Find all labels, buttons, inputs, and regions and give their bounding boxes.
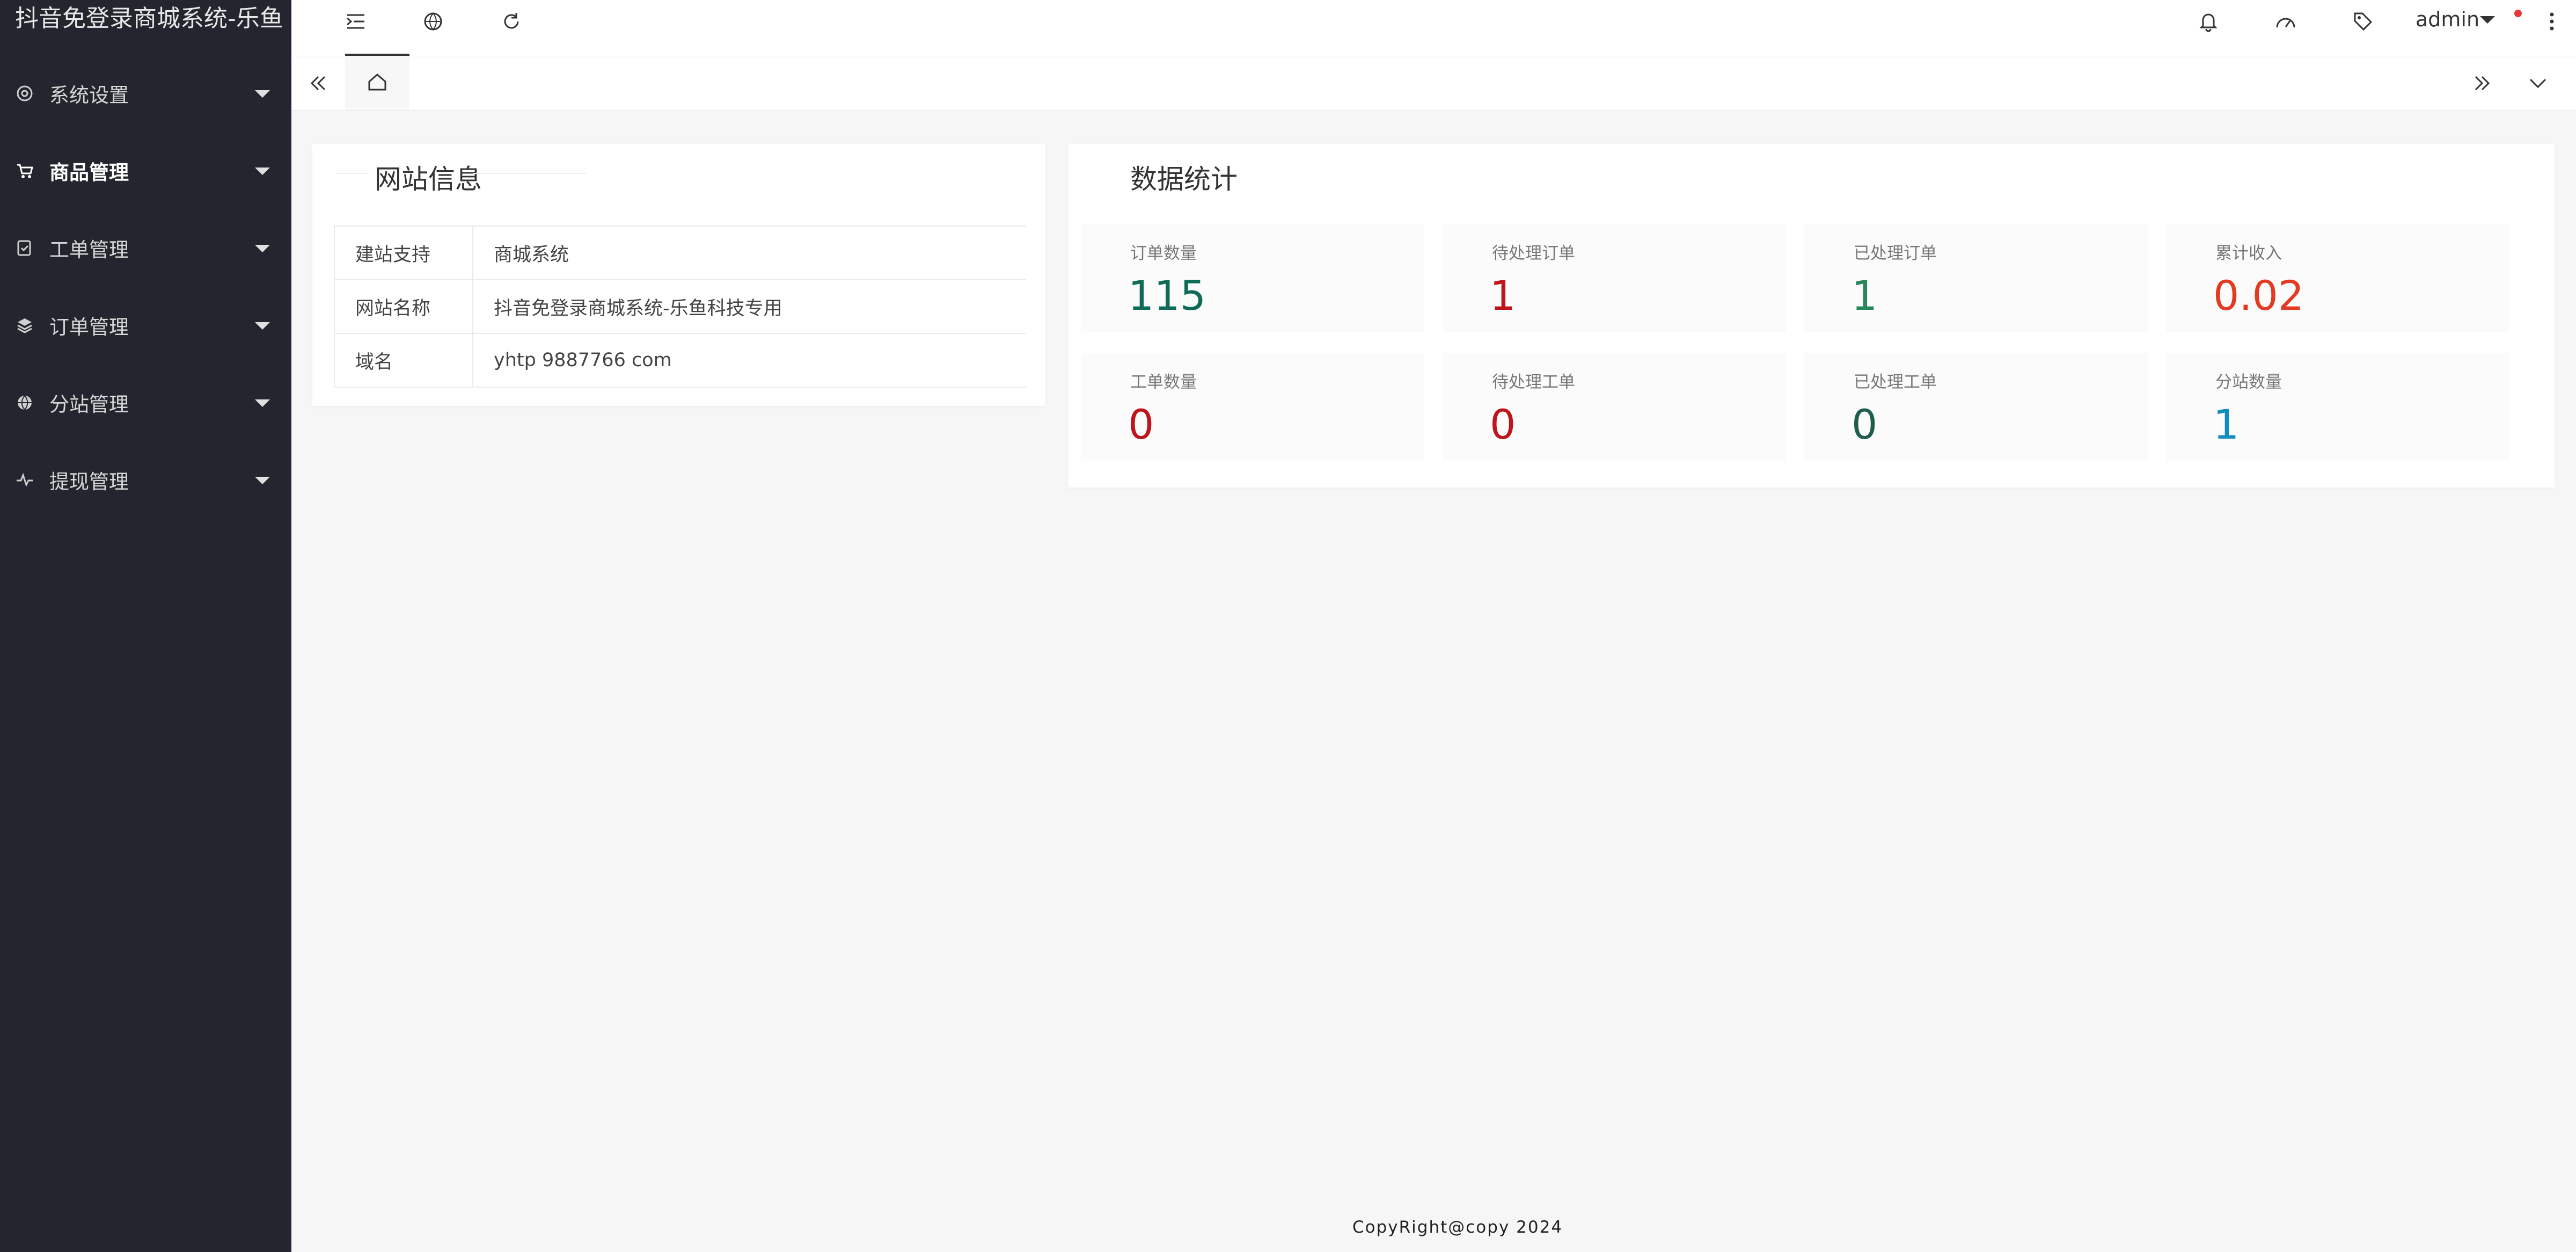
divider (336, 173, 369, 174)
chevron-down-icon (255, 399, 270, 407)
sidebar-item-label: 商品管理 (49, 161, 129, 184)
stat-value: 0 (1851, 401, 1878, 448)
stat-value: 1 (1851, 272, 1878, 319)
row-value: 商城系统 (473, 225, 1026, 280)
chevron-down-icon (255, 90, 270, 98)
menu-toggle-icon[interactable] (344, 10, 368, 33)
stat-processed-orders: 已处理订单 1 (1804, 224, 2148, 332)
chevron-down-icon[interactable] (2526, 71, 2550, 95)
chevron-down-icon[interactable] (2480, 16, 2495, 24)
top-header: admin (291, 0, 2576, 56)
scroll-right-icon[interactable] (2470, 71, 2494, 95)
stat-label: 已处理订单 (1854, 244, 1937, 263)
bell-icon[interactable] (2197, 10, 2220, 33)
tab-home[interactable] (345, 56, 409, 110)
sidebar: 抖音免登录商城系统-乐鱼 系统设置 商品管理 工单管理 订单管理 分站管理 提现… (0, 0, 291, 1252)
divider (473, 173, 586, 174)
stat-label: 分站数量 (2215, 373, 2282, 392)
stat-label: 累计收入 (2215, 244, 2282, 263)
tag-icon[interactable] (2351, 10, 2375, 33)
sidebar-item-label: 提现管理 (49, 470, 129, 493)
tab-bar (291, 56, 2576, 111)
more-vertical-icon[interactable] (2540, 10, 2564, 33)
home-icon (365, 70, 389, 94)
row-value: 抖音免登录商城系统-乐鱼科技专用 (473, 279, 1026, 334)
sidebar-item-label: 分站管理 (49, 393, 129, 416)
stat-value: 0 (1128, 401, 1154, 448)
site-info-panel: 网站信息 建站支持 商城系统 网站名称 抖音免登录商城系统-乐鱼科技专用 域名 … (312, 144, 1045, 406)
table-row: 网站名称 抖音免登录商城系统-乐鱼科技专用 (334, 279, 1026, 334)
chevron-down-icon (255, 168, 270, 175)
table-row: 域名 yhtp 9887766 com (334, 333, 1026, 388)
ticket-icon (15, 238, 34, 258)
globe-icon (15, 393, 34, 412)
stat-label: 待处理工单 (1492, 373, 1575, 392)
chevron-down-icon (255, 245, 270, 252)
stat-substation-count: 分站数量 1 (2166, 353, 2509, 461)
stat-label: 订单数量 (1130, 244, 1197, 263)
cart-icon (15, 161, 34, 180)
sidebar-item-substation-management[interactable]: 分站管理 (0, 377, 291, 428)
stat-value: 0 (1490, 401, 1516, 448)
sidebar-item-label: 系统设置 (49, 84, 129, 107)
stat-label: 待处理订单 (1492, 244, 1575, 263)
sidebar-item-label: 工单管理 (49, 238, 129, 261)
row-key: 网站名称 (334, 279, 473, 334)
stat-order-count: 订单数量 115 (1081, 224, 1424, 332)
app-title: 抖音免登录商城系统-乐鱼 (15, 5, 283, 32)
refresh-icon[interactable] (500, 10, 523, 33)
stat-value: 115 (1128, 272, 1206, 319)
table-row: 建站支持 商城系统 (334, 225, 1026, 280)
sidebar-item-ticket-management[interactable]: 工单管理 (0, 222, 291, 274)
stat-pending-tickets: 待处理工单 0 (1443, 353, 1786, 461)
sidebar-item-system-settings[interactable]: 系统设置 (0, 68, 291, 119)
dashboard-icon[interactable] (2274, 10, 2297, 33)
stat-label: 工单数量 (1130, 373, 1197, 392)
globe-icon[interactable] (421, 10, 445, 33)
row-key: 域名 (334, 333, 473, 388)
sidebar-item-product-management[interactable]: 商品管理 (0, 145, 291, 196)
footer-copyright: CopyRight@copy 2024 (1352, 1218, 1563, 1237)
row-value: yhtp 9887766 com (473, 333, 1026, 388)
stat-total-income: 累计收入 0.02 (2166, 224, 2509, 332)
box-icon (15, 316, 34, 335)
stat-pending-orders: 待处理订单 1 (1443, 224, 1786, 332)
stat-processed-tickets: 已处理工单 0 (1804, 353, 2148, 461)
notification-dot (2514, 10, 2522, 17)
sidebar-item-label: 订单管理 (49, 316, 129, 339)
stat-value: 0.02 (2213, 272, 2304, 319)
settings-icon (15, 84, 34, 103)
chevron-down-icon (255, 322, 270, 330)
stat-value: 1 (1490, 272, 1516, 319)
chevron-down-icon (255, 477, 270, 484)
stats-panel: 数据统计 订单数量 115 待处理订单 1 已处理订单 1 累计收入 0.02 … (1068, 144, 2555, 487)
stat-ticket-count: 工单数量 0 (1081, 353, 1424, 461)
panel-title: 数据统计 (1130, 164, 1238, 195)
stat-value: 1 (2213, 401, 2240, 448)
stat-label: 已处理工单 (1854, 373, 1937, 392)
scroll-left-icon[interactable] (306, 71, 330, 95)
sidebar-item-withdraw-management[interactable]: 提现管理 (0, 454, 291, 506)
sidebar-item-order-management[interactable]: 订单管理 (0, 300, 291, 351)
pulse-icon (15, 470, 34, 490)
panel-title: 网站信息 (375, 164, 482, 195)
row-key: 建站支持 (334, 225, 473, 280)
user-menu[interactable]: admin (2416, 8, 2479, 31)
site-info-table: 建站支持 商城系统 网站名称 抖音免登录商城系统-乐鱼科技专用 域名 yhtp … (334, 225, 1026, 388)
